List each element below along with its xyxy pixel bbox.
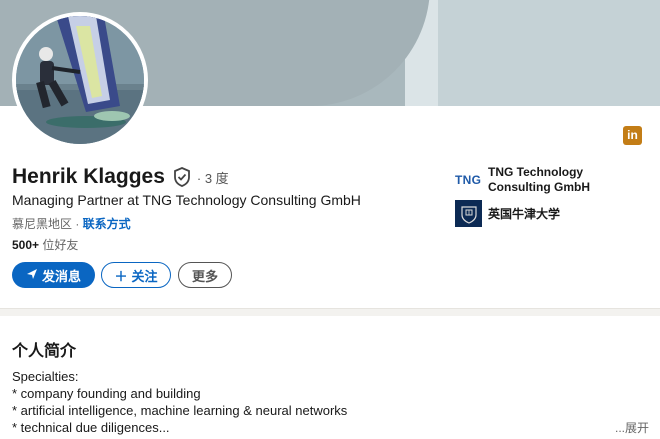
connections-number: 500+ (12, 238, 40, 252)
verified-shield-icon[interactable] (173, 167, 191, 187)
profile-photo[interactable] (12, 12, 148, 148)
education-school[interactable]: 英国牛津大学 (455, 200, 560, 227)
banner-shape (438, 0, 660, 106)
connections-count[interactable]: 500+ 位好友 (12, 236, 78, 253)
windsurfer-photo (16, 16, 144, 144)
follow-label: 关注 (131, 268, 158, 284)
follow-button[interactable]: ＋ 关注 (101, 262, 171, 288)
more-label: 更多 (191, 268, 218, 284)
about-line: * technical due diligences... (12, 420, 170, 435)
message-label: 发消息 (41, 268, 81, 284)
connection-degree: · 3 度 (196, 170, 229, 186)
company-name: TNG Technology Consulting GmbH (488, 165, 590, 194)
about-section-title: 个人简介 (12, 343, 77, 360)
section-divider (0, 308, 660, 316)
contact-info-link[interactable]: 联系方式 (83, 217, 131, 231)
connections-label: 位好友 (39, 238, 79, 252)
expand-link[interactable]: ...展开 (615, 419, 649, 436)
tng-logo: TNG (455, 173, 482, 187)
about-line: * artificial intelligence, machine learn… (12, 403, 348, 418)
profile-location: 慕尼黑地区 · (12, 217, 83, 231)
school-name: 英国牛津大学 (488, 207, 561, 221)
oxford-crest-icon (455, 200, 482, 227)
about-line: * company founding and building (12, 386, 201, 401)
location-row: 慕尼黑地区 · 联系方式 (12, 215, 131, 232)
profile-headline: Managing Partner at TNG Technology Consu… (12, 192, 361, 208)
send-icon (26, 268, 38, 283)
more-button[interactable]: 更多 (178, 262, 232, 288)
plus-icon: ＋ (114, 268, 128, 284)
message-button[interactable]: 发消息 (12, 262, 95, 288)
about-section-body: Specialties: * company founding and buil… (12, 368, 612, 436)
profile-name: Henrik Klagges (12, 165, 165, 188)
name-row: Henrik Klagges · 3 度 (12, 165, 229, 189)
linkedin-icon[interactable]: in (623, 126, 642, 145)
about-line: Specialties: (12, 369, 79, 384)
current-company[interactable]: TNG TNG Technology Consulting GmbH (455, 165, 608, 195)
